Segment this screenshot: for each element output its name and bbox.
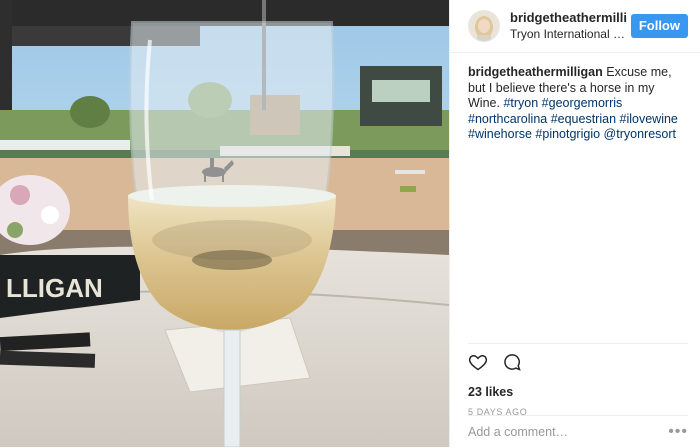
hashtag[interactable]: #winehorse xyxy=(468,127,532,141)
post-photo[interactable]: LLIGAN xyxy=(0,0,449,447)
post-actions: 23 likes 5 DAYS AGO xyxy=(468,343,688,417)
heart-icon[interactable] xyxy=(468,352,488,377)
name-card-text: LLIGAN xyxy=(6,273,103,303)
photo-scene: LLIGAN xyxy=(0,0,449,447)
hashtag[interactable]: #northcarolina xyxy=(468,112,547,126)
follow-button[interactable]: Follow xyxy=(630,14,688,38)
hashtag[interactable]: #tryon xyxy=(503,96,538,110)
avatar-icon xyxy=(469,11,499,41)
author-username[interactable]: bridgetheathermilligan xyxy=(510,10,627,26)
post-sidebar: bridgetheathermilligan Tryon Internation… xyxy=(449,0,700,447)
avatar[interactable] xyxy=(468,10,500,42)
ellipsis-icon[interactable]: ••• xyxy=(668,423,688,441)
author-info: bridgetheathermilligan Tryon Internation… xyxy=(510,10,630,42)
hashtag[interactable]: #georgemorris xyxy=(542,96,623,110)
action-icons xyxy=(468,352,688,376)
instagram-post: LLIGAN bridgetheathermilli Tryon Interna… xyxy=(0,0,700,447)
caption-username[interactable]: bridgetheathermilligan xyxy=(468,65,603,79)
comment-input[interactable]: Add a comment… xyxy=(468,425,668,439)
hashtag[interactable]: #pinotgrigio xyxy=(535,127,600,141)
comment-icon[interactable] xyxy=(502,352,522,377)
hashtag[interactable]: #equestrian xyxy=(551,112,616,126)
post-location[interactable]: Tryon International E... xyxy=(510,26,630,42)
mention[interactable]: @tryonresort xyxy=(604,127,676,141)
post-caption: bridgetheathermilligan Excuse me, but I … xyxy=(450,53,700,343)
comment-box: Add a comment… ••• xyxy=(468,415,688,448)
hashtag[interactable]: #ilovewine xyxy=(620,112,678,126)
likes-count[interactable]: 23 likes xyxy=(468,385,688,399)
post-header: bridgetheathermilligan Tryon Internation… xyxy=(450,0,700,53)
